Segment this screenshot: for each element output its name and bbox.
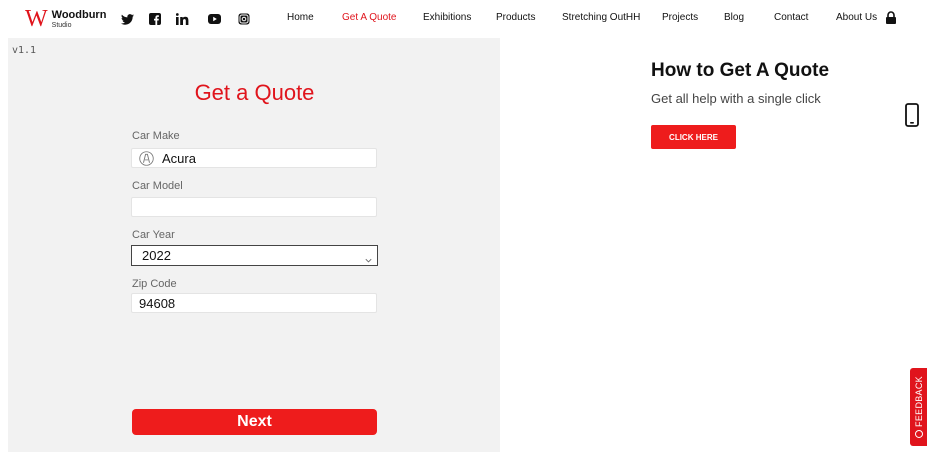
zip-code-field[interactable]: 94608 bbox=[131, 293, 377, 313]
zip-code-label: Zip Code bbox=[132, 278, 177, 290]
car-model-label: Car Model bbox=[132, 180, 183, 192]
car-year-value: 2022 bbox=[142, 248, 171, 263]
nav-blog[interactable]: Blog bbox=[724, 12, 744, 23]
linkedin-icon[interactable] bbox=[174, 11, 190, 27]
next-button[interactable]: Next bbox=[132, 409, 377, 435]
top-navigation-bar: W Woodburn Studio Home Get A Quote Exhib… bbox=[0, 0, 927, 38]
feedback-icon bbox=[914, 429, 923, 438]
youtube-icon[interactable] bbox=[206, 11, 222, 27]
help-title: How to Get A Quote bbox=[651, 60, 830, 81]
car-model-field[interactable] bbox=[131, 197, 377, 217]
car-make-label: Car Make bbox=[132, 130, 180, 142]
facebook-icon[interactable] bbox=[147, 11, 163, 27]
help-subtitle: Get all help with a single click bbox=[651, 91, 821, 106]
car-year-select[interactable]: 2022 bbox=[131, 245, 378, 266]
car-make-value: Acura bbox=[162, 150, 196, 166]
lock-icon[interactable] bbox=[885, 11, 897, 25]
feedback-label: FEEDBACK bbox=[913, 376, 924, 427]
feedback-tab[interactable]: FEEDBACK bbox=[910, 368, 927, 446]
brand-subtitle: Studio bbox=[51, 21, 72, 29]
nav-home[interactable]: Home bbox=[287, 12, 314, 23]
brand-logo[interactable]: W Woodburn Studio bbox=[25, 7, 106, 31]
acura-logo-icon bbox=[139, 150, 154, 166]
nav-about-us[interactable]: About Us bbox=[836, 12, 877, 23]
car-make-field[interactable]: Acura bbox=[131, 148, 377, 168]
instagram-icon[interactable] bbox=[236, 11, 252, 27]
nav-projects[interactable]: Projects bbox=[662, 12, 698, 23]
phone-icon[interactable] bbox=[905, 103, 919, 127]
nav-get-a-quote[interactable]: Get A Quote bbox=[342, 12, 396, 23]
twitter-icon[interactable] bbox=[119, 11, 135, 27]
logo-mark: W bbox=[25, 6, 48, 32]
click-here-button[interactable]: CLICK HERE bbox=[651, 125, 736, 149]
zip-code-value: 94608 bbox=[139, 295, 176, 311]
nav-products[interactable]: Products bbox=[496, 12, 535, 23]
form-title: Get a Quote bbox=[194, 80, 315, 105]
nav-contact[interactable]: Contact bbox=[774, 12, 808, 23]
nav-stretching-outhh[interactable]: Stretching OutHH bbox=[562, 12, 640, 23]
brand-name: Woodburn bbox=[51, 8, 107, 21]
version-label: v1.1 bbox=[12, 45, 37, 56]
nav-exhibitions[interactable]: Exhibitions bbox=[423, 12, 471, 23]
car-year-label: Car Year bbox=[132, 229, 175, 241]
chevron-down-icon bbox=[365, 252, 372, 263]
